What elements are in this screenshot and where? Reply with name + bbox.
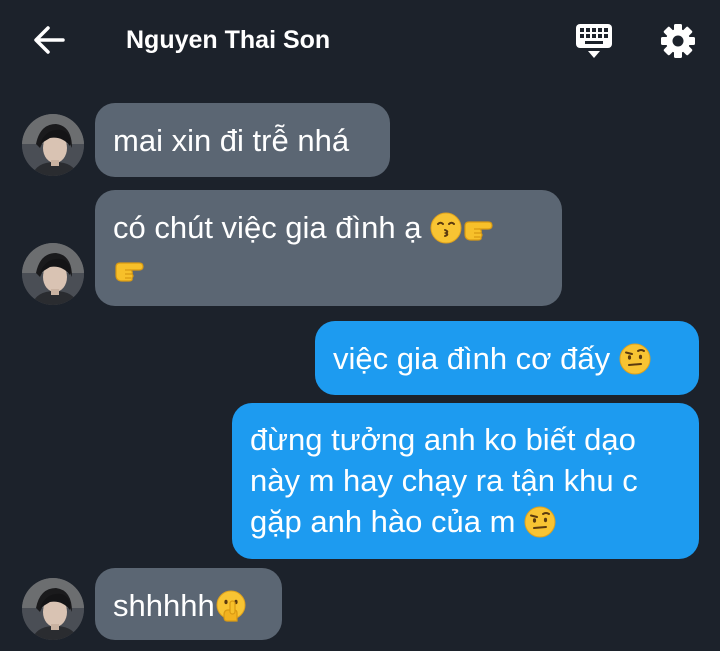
shushing-face-icon — [215, 590, 247, 622]
keyboard-button[interactable] — [573, 20, 615, 62]
app-header: Nguyen Thai Son — [0, 0, 720, 80]
avatar[interactable] — [22, 243, 84, 305]
raised-eyebrow-face-icon — [619, 343, 651, 375]
message-text-line: gặp anh hào của m — [250, 504, 516, 539]
message-text: mai xin đi trễ nhá — [113, 123, 350, 158]
message-text-line: đừng tưởng anh ko biết dạo — [250, 422, 636, 457]
raised-eyebrow-face-icon — [524, 506, 556, 538]
message-text: việc gia đình cơ đấy — [333, 341, 611, 376]
message-text: shhhhh — [113, 588, 215, 623]
message-bubble-incoming[interactable]: shhhhh — [95, 568, 282, 640]
message-bubble-outgoing[interactable]: đừng tưởng anh ko biết dạo này m hay chạ… — [232, 403, 699, 559]
pointing-right-icon — [462, 212, 494, 244]
message-bubble-incoming[interactable]: có chút việc gia đình ạ — [95, 190, 562, 306]
arrow-left-icon — [34, 26, 65, 54]
pointing-right-icon — [113, 253, 145, 285]
message-text-line: này m hay chạy ra tận khu c — [250, 463, 638, 498]
keyboard-icon — [576, 24, 612, 58]
message-bubble-outgoing[interactable]: việc gia đình cơ đấy — [315, 321, 699, 395]
kissing-face-icon — [430, 212, 462, 244]
contact-name: Nguyen Thai Son — [126, 26, 331, 54]
avatar[interactable] — [22, 114, 84, 176]
back-button[interactable] — [30, 22, 68, 58]
avatar[interactable] — [22, 578, 84, 640]
settings-button[interactable] — [657, 20, 699, 62]
gear-icon — [661, 24, 695, 58]
message-bubble-incoming[interactable]: mai xin đi trễ nhá — [95, 103, 390, 177]
message-text: có chút việc gia đình ạ — [113, 210, 422, 245]
